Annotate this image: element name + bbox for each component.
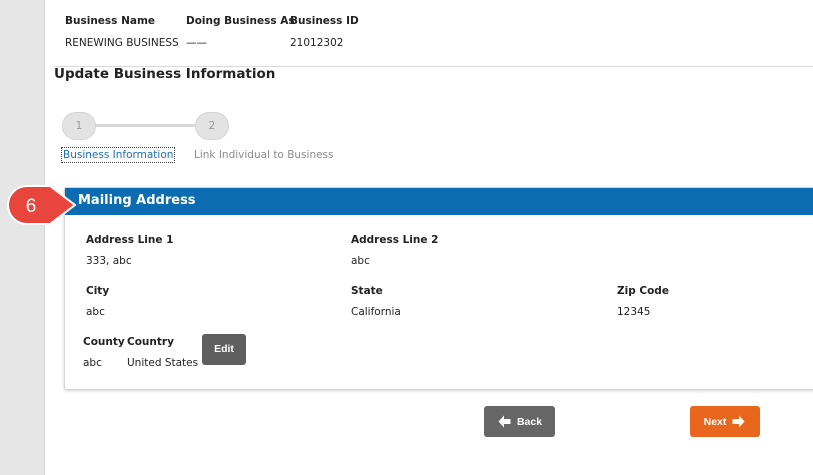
- address-line-1-label: Address Line 1: [86, 234, 174, 246]
- dba-label: Doing Business As: [186, 15, 295, 27]
- country-label: Country: [127, 336, 174, 348]
- business-name-value: RENEWING BUSINESS: [65, 37, 179, 49]
- county-value: abc: [83, 357, 102, 369]
- business-id-label: Business ID: [290, 15, 359, 27]
- city-value: abc: [86, 306, 105, 318]
- arrow-right-icon: [731, 414, 746, 429]
- mailing-address-header: Mailing Address: [65, 188, 813, 215]
- mailing-address-card: Mailing Address Address Line 1 333, abc …: [64, 187, 813, 390]
- gutter-divider: [44, 0, 45, 475]
- zip-code-label: Zip Code: [617, 285, 669, 297]
- business-summary: Business Name Doing Business As Business…: [55, 5, 813, 67]
- callout-shape: [6, 185, 76, 225]
- edit-button[interactable]: Edit: [202, 334, 246, 365]
- city-label: City: [86, 285, 110, 297]
- business-name-label: Business Name: [65, 15, 156, 27]
- step-1-label[interactable]: Business Information: [61, 147, 176, 163]
- next-button[interactable]: Next: [690, 406, 760, 437]
- step-2-circle[interactable]: 2: [195, 112, 229, 140]
- address-line-2-value: abc: [351, 255, 370, 267]
- country-value: United States: [127, 357, 199, 369]
- step-2-label[interactable]: Link Individual to Business: [194, 149, 334, 161]
- step-1-circle[interactable]: 1: [62, 112, 96, 140]
- zip-code-value: 12345: [617, 306, 651, 318]
- left-gutter: [0, 0, 44, 475]
- mailing-address-title: Mailing Address: [78, 193, 196, 208]
- back-button[interactable]: Back: [484, 406, 555, 437]
- callout-number: 6: [26, 196, 37, 217]
- arrow-left-icon: [497, 414, 512, 429]
- address-line-1-value: 333, abc: [86, 255, 132, 267]
- stepper-connector: [95, 124, 197, 127]
- business-id-value: 21012302: [290, 37, 344, 49]
- address-line-2-label: Address Line 2: [351, 234, 439, 246]
- state-value: California: [351, 306, 401, 318]
- page-title: Update Business Information: [54, 66, 276, 82]
- next-button-label: Next: [703, 415, 727, 428]
- dba-value: ——: [186, 37, 207, 49]
- state-label: State: [351, 285, 383, 297]
- step-callout-badge: 6: [6, 185, 76, 225]
- county-label: County: [83, 336, 125, 348]
- back-button-label: Back: [516, 415, 543, 428]
